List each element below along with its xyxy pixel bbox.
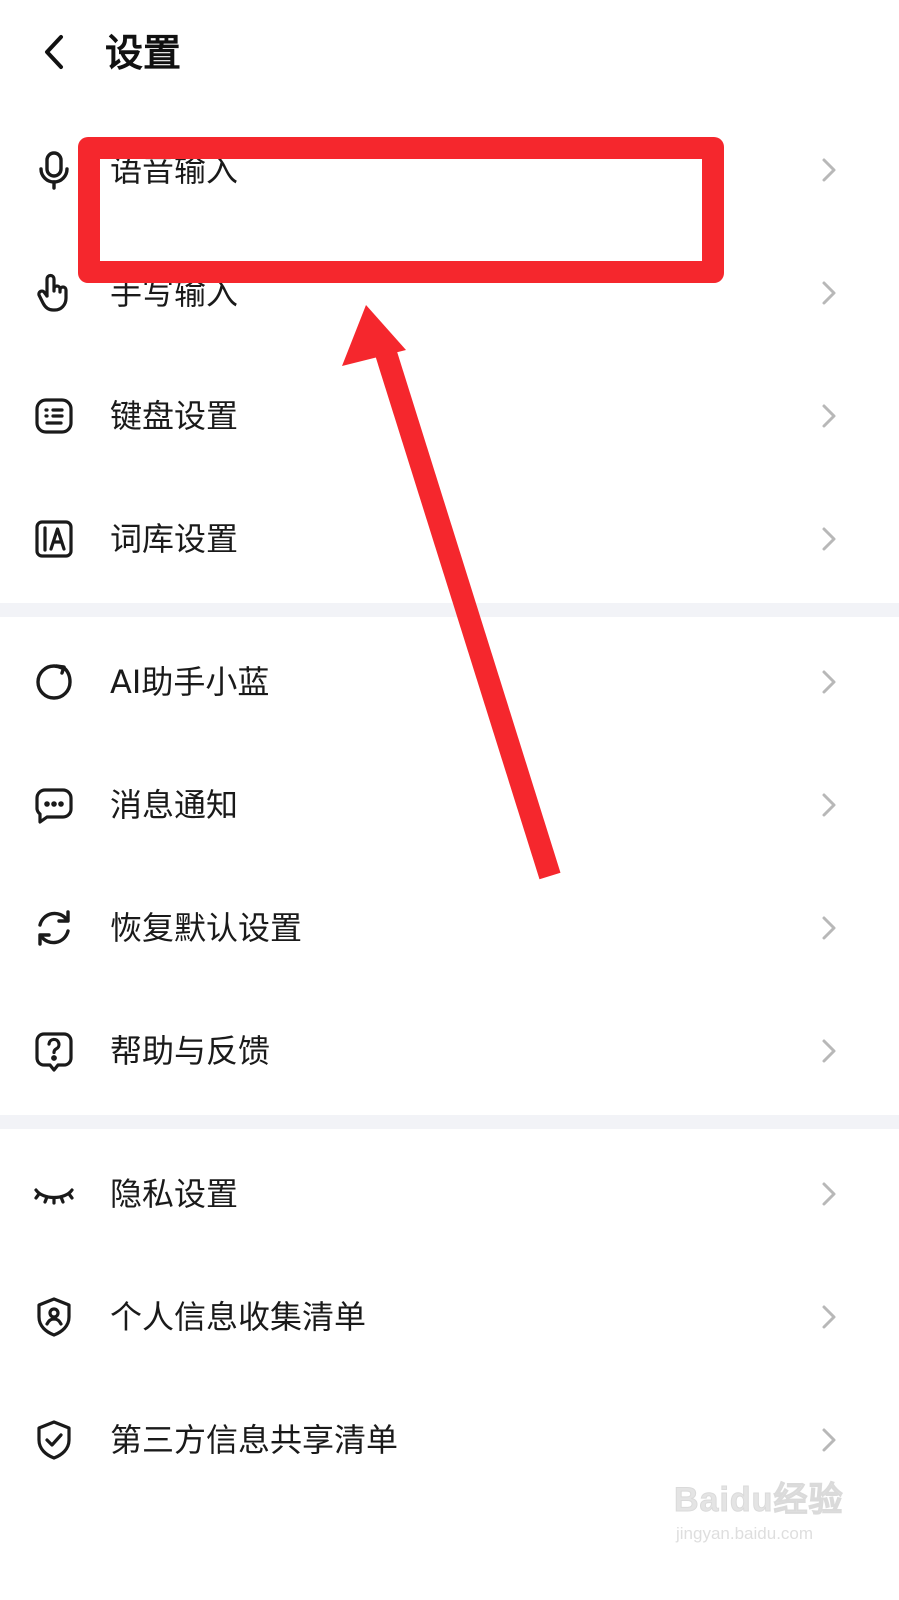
settings-item-label: 帮助与反馈 [110, 1031, 271, 1070]
settings-list: 语音输入 手写输入 键盘设置 词库设置 AI助手小蓝 消息通知 恢复默认设置 帮… [0, 108, 899, 1501]
settings-item-keyboard[interactable]: 键盘设置 [0, 354, 899, 477]
chevron-right-icon [818, 1302, 840, 1332]
settings-item-label: 手写输入 [110, 273, 239, 312]
section-divider [0, 1115, 899, 1129]
personal-info-shield-icon [33, 1296, 75, 1338]
section-divider [0, 603, 899, 617]
message-icon [33, 784, 75, 826]
settings-item-help-feedback[interactable]: 帮助与反馈 [0, 989, 899, 1112]
help-icon [33, 1030, 75, 1072]
chevron-right-icon [818, 1179, 840, 1209]
settings-item-reset-defaults[interactable]: 恢复默认设置 [0, 866, 899, 989]
settings-item-voice-input[interactable]: 语音输入 [0, 108, 899, 231]
chevron-right-icon [818, 790, 840, 820]
chevron-right-icon [818, 155, 840, 185]
chevron-right-icon [818, 1036, 840, 1066]
dictionary-icon [33, 518, 75, 560]
reset-icon [33, 907, 75, 949]
settings-item-label: 个人信息收集清单 [110, 1297, 367, 1336]
ai-assistant-icon [33, 661, 75, 703]
settings-item-handwriting-input[interactable]: 手写输入 [0, 231, 899, 354]
settings-item-dictionary[interactable]: 词库设置 [0, 477, 899, 600]
settings-item-third-party-sharing[interactable]: 第三方信息共享清单 [0, 1378, 899, 1501]
chevron-left-icon [45, 35, 63, 69]
microphone-icon [33, 149, 75, 191]
settings-item-privacy[interactable]: 隐私设置 [0, 1132, 899, 1255]
chevron-right-icon [818, 278, 840, 308]
shield-check-icon [33, 1419, 75, 1461]
settings-item-label: 恢复默认设置 [110, 908, 303, 947]
settings-item-label: 语音输入 [110, 150, 239, 189]
settings-item-personal-info-list[interactable]: 个人信息收集清单 [0, 1255, 899, 1378]
hand-pointer-icon [33, 272, 75, 314]
settings-item-label: 隐私设置 [110, 1174, 239, 1213]
settings-item-label: 消息通知 [110, 785, 239, 824]
chevron-right-icon [818, 667, 840, 697]
page-title: 设置 [105, 31, 182, 75]
chevron-right-icon [818, 401, 840, 431]
eye-closed-icon [33, 1173, 75, 1215]
settings-item-label: 词库设置 [110, 519, 239, 558]
settings-item-label: AI助手小蓝 [110, 662, 270, 701]
settings-item-label: 第三方信息共享清单 [110, 1420, 399, 1459]
chevron-right-icon [818, 1425, 840, 1455]
chevron-right-icon [818, 913, 840, 943]
keyboard-icon [33, 395, 75, 437]
watermark-url: jingyan.baidu.com [676, 1524, 814, 1543]
settings-item-notifications[interactable]: 消息通知 [0, 743, 899, 866]
back-button[interactable] [28, 26, 80, 78]
chevron-right-icon [818, 524, 840, 554]
settings-item-ai-assistant[interactable]: AI助手小蓝 [0, 620, 899, 743]
header: 设置 [0, 0, 899, 110]
settings-item-label: 键盘设置 [110, 396, 239, 435]
